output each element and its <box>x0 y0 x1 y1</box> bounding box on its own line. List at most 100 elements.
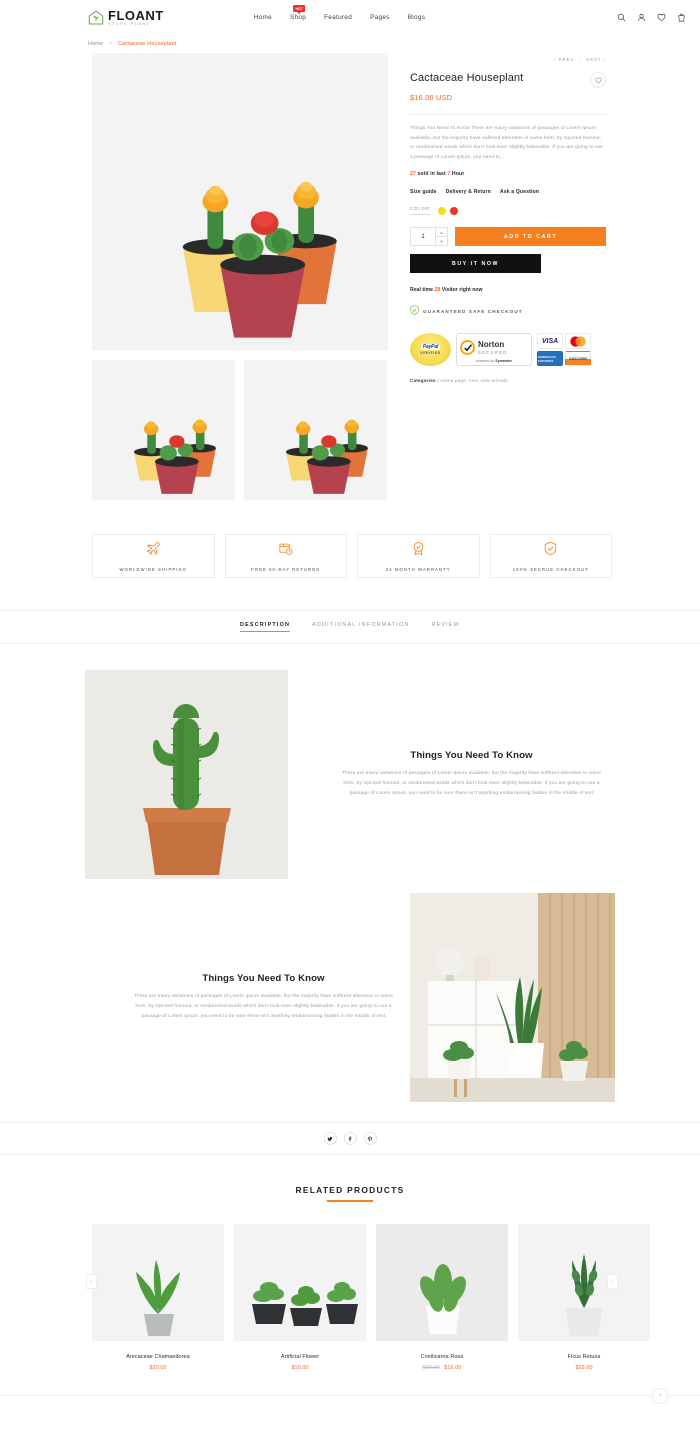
breadcrumb-home[interactable]: Home <box>88 41 103 47</box>
product-price: $16.00 USD <box>410 93 453 102</box>
color-swatch-yellow[interactable] <box>437 206 446 215</box>
breadcrumb: Home > Cactaceae Houseplant <box>0 35 700 53</box>
ask-question-link[interactable]: Ask a Question <box>500 189 539 195</box>
prev-product-button[interactable]: ‹ PREV <box>554 57 574 62</box>
quantity-increase-button[interactable]: ▲ <box>436 228 447 238</box>
related-products-carousel: ‹ › Arecaceae Chamaedorea $20.00 Artific… <box>0 1224 700 1371</box>
pagination-divider: | <box>579 57 582 62</box>
add-to-wishlist-button[interactable] <box>590 72 606 88</box>
related-product-image[interactable] <box>518 1224 650 1341</box>
categories-value[interactable]: Home page, new, new arrivals <box>440 378 507 383</box>
related-product-image[interactable] <box>376 1224 508 1341</box>
cart-icon[interactable] <box>677 13 686 22</box>
product-thumbnail-2[interactable] <box>244 360 387 500</box>
description-image-interior <box>410 893 615 1102</box>
norton-footer: powered by Symantec <box>460 359 528 363</box>
nav-item-blogs[interactable]: Blogs <box>408 14 426 21</box>
related-product-card[interactable]: Arecaceae Chamaedorea $20.00 <box>92 1224 224 1371</box>
related-product-card[interactable]: Artificial Flower $10.00 <box>234 1224 366 1371</box>
header-icon-group <box>617 13 686 22</box>
related-product-card[interactable]: Ficus Retusa $19.00 <box>518 1224 650 1371</box>
description-heading: Things You Need To Know <box>410 749 533 761</box>
safe-checkout-label: GUARANTEED SAFE CHECKOUT <box>423 308 523 314</box>
nav-label: Featured <box>324 14 353 21</box>
related-products-title: RELATED PRODUCTS <box>295 1185 405 1195</box>
wishlist-icon[interactable] <box>657 13 666 22</box>
paypal-verified-label: VERIFIED <box>420 351 441 356</box>
tab-review[interactable]: REVIEW <box>431 622 459 632</box>
sold-unit-label: Hour <box>451 171 465 178</box>
page-root: FLOANT Store Plant Home HOT Shop Feature… <box>0 0 700 1432</box>
product-main-image[interactable] <box>92 53 388 350</box>
product-meta-links: Size guide Delivery & Return Ask a Quest… <box>410 189 606 195</box>
nav-label: Shop <box>289 14 307 21</box>
related-product-name: Artificial Flower <box>280 1354 320 1360</box>
breadcrumb-current: Cactaceae Houseplant <box>117 41 177 47</box>
color-swatch-red[interactable] <box>449 206 458 215</box>
product-section: ‹ PREV | NEXT › Cactaceae Houseplant $16… <box>0 53 700 500</box>
related-product-price: $20.00 <box>92 1365 224 1371</box>
color-swatch-group <box>437 206 458 215</box>
related-product-image[interactable] <box>92 1224 224 1341</box>
quantity-decrease-button[interactable]: ▼ <box>436 237 447 245</box>
price-original: $18.00 <box>422 1365 440 1371</box>
nav-item-home[interactable]: Home <box>254 14 272 21</box>
color-option-row: COLOR <box>410 206 606 216</box>
twitter-icon[interactable] <box>323 1132 337 1145</box>
related-product-image[interactable] <box>234 1224 366 1341</box>
price-current: $10.00 <box>291 1365 309 1371</box>
nav-item-featured[interactable]: Featured <box>324 14 352 21</box>
discover-card-icon: DISCOVER <box>565 350 591 367</box>
return-box-icon <box>278 541 293 561</box>
nav-label: Blogs <box>407 14 426 21</box>
description-panel: Things You Need To Know There are many v… <box>0 644 700 1122</box>
search-icon[interactable] <box>617 13 626 22</box>
title-underline <box>327 1200 373 1202</box>
page-title: Cactaceae Houseplant <box>410 72 524 84</box>
carousel-prev-button[interactable]: ‹ <box>86 1274 97 1289</box>
carousel-next-button[interactable]: › <box>607 1274 618 1289</box>
realtime-suffix: Visitor right now <box>441 287 483 294</box>
account-icon[interactable] <box>637 13 646 22</box>
price-current: $19.00 <box>575 1365 593 1371</box>
description-heading: Things You Need To Know <box>202 972 325 984</box>
size-guide-link[interactable]: Size guide <box>410 189 437 195</box>
warranty-badge-icon <box>411 541 426 561</box>
related-product-name: Ficus Retusa <box>567 1354 601 1360</box>
feature-label: 24 MONTH WARRANTY <box>385 566 451 572</box>
product-short-description: Things You Need To Know There are many v… <box>410 126 604 160</box>
payment-badges: PayPal VERIFIED Norton SECURED powered b… <box>410 333 606 367</box>
tab-description[interactable]: DESCRIPTION <box>240 622 291 632</box>
product-thumbnail-1[interactable] <box>92 360 235 500</box>
description-block-1: Things You Need To Know There are many v… <box>85 670 615 879</box>
description-block-2: Things You Need To Know There are many v… <box>85 893 615 1102</box>
description-image-cactus <box>85 670 288 879</box>
logo-tagline: Store Plant <box>108 21 151 26</box>
feature-badges-row: WORLDWIDE SHIPPING FREE 60-DAY RETURNS 2… <box>0 500 700 610</box>
norton-check-icon <box>460 340 475 356</box>
nav-item-shop[interactable]: HOT Shop <box>289 5 307 21</box>
price-current: $16.00 <box>444 1365 462 1371</box>
related-product-card[interactable]: Cvetlicarna Rosa $18.00 $16.00 <box>376 1224 508 1371</box>
facebook-icon[interactable] <box>343 1132 357 1145</box>
amex-card-icon: AMERICAN EXPRESS <box>537 350 563 367</box>
purchase-row: 1 ▲ ▼ ADD TO CART <box>410 227 606 247</box>
pinterest-icon[interactable] <box>363 1132 377 1145</box>
product-tabs: DESCRIPTION ADDITIONAL INFORMATION REVIE… <box>0 610 700 644</box>
related-product-price: $10.00 <box>234 1365 366 1371</box>
product-categories: Categories : Home page, new, new arrival… <box>410 378 606 383</box>
scroll-to-top-button[interactable]: ↑ <box>652 1388 668 1404</box>
quantity-value: 1 <box>421 233 425 240</box>
airplane-icon <box>146 541 161 561</box>
buy-it-now-button[interactable]: BUY IT NOW <box>410 254 541 274</box>
nav-item-pages[interactable]: Pages <box>370 14 390 21</box>
quantity-stepper[interactable]: 1 ▲ ▼ <box>410 227 448 247</box>
sold-count: 27 <box>410 171 416 178</box>
add-to-cart-button[interactable]: ADD TO CART <box>455 227 606 247</box>
next-product-button[interactable]: NEXT › <box>586 57 606 62</box>
site-logo[interactable]: FLOANT Store Plant <box>88 9 164 27</box>
delivery-return-link[interactable]: Delivery & Return <box>446 189 491 195</box>
realtime-visitor-counter: Real time 28 Visitor right now <box>410 287 606 293</box>
categories-label: Categories : <box>410 378 439 384</box>
tab-additional-information[interactable]: ADDITIONAL INFORMATION <box>312 622 409 632</box>
